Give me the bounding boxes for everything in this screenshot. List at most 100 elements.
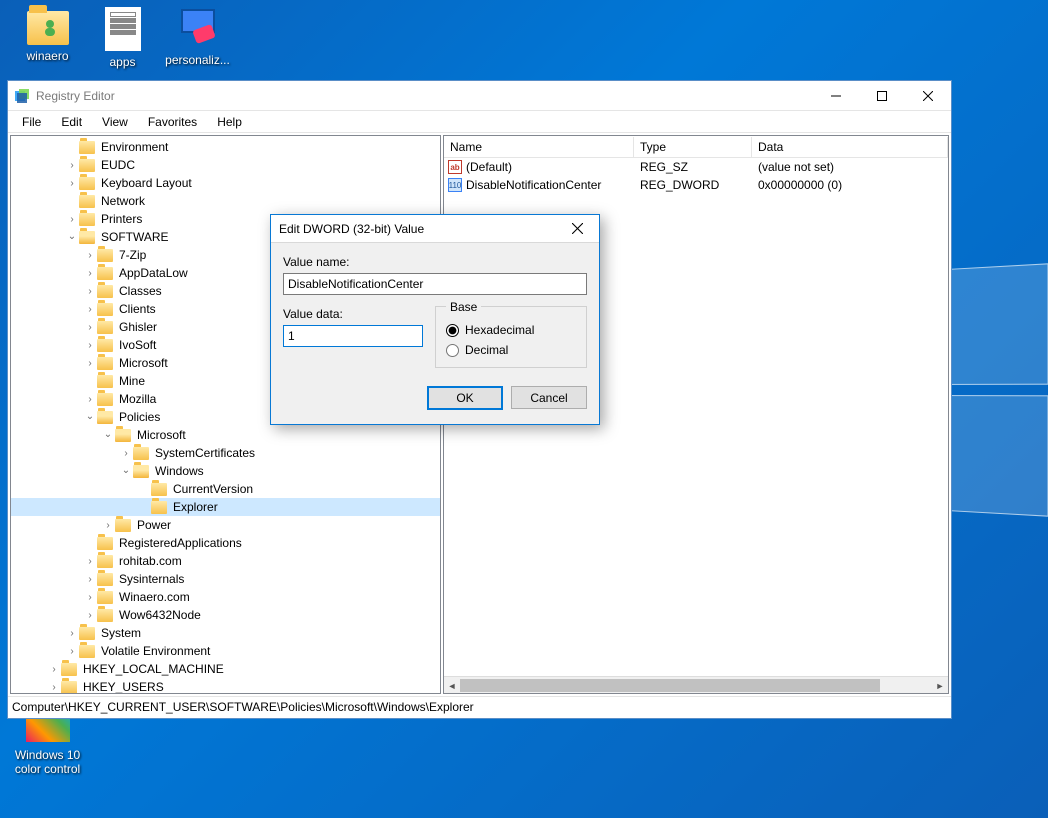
tree-node[interactable]: › Power [11, 516, 440, 534]
maximize-button[interactable] [859, 81, 905, 110]
radio-hexadecimal[interactable]: Hexadecimal [446, 323, 576, 337]
tree-node[interactable]: ⌄Windows [11, 462, 440, 480]
menu-view[interactable]: View [92, 112, 138, 132]
expand-icon[interactable]: › [83, 358, 97, 369]
expand-icon[interactable]: › [65, 160, 79, 171]
menu-file[interactable]: File [12, 112, 51, 132]
tree-node[interactable]: ›CurrentVersion [11, 480, 440, 498]
tree-label: SOFTWARE [99, 229, 171, 245]
tree-label: Policies [117, 409, 162, 425]
menu-help[interactable]: Help [207, 112, 252, 132]
value-name: (Default) [466, 160, 512, 174]
tree-label: Clients [117, 301, 158, 317]
cancel-button[interactable]: Cancel [511, 386, 587, 409]
tree-node[interactable]: ⌄Microsoft [11, 426, 440, 444]
expand-icon[interactable]: › [83, 322, 97, 333]
folder-icon [97, 411, 113, 424]
value-data-input[interactable] [283, 325, 423, 347]
scroll-thumb[interactable] [460, 679, 880, 692]
tree-node[interactable]: › Wow6432Node [11, 606, 440, 624]
expand-icon[interactable]: › [65, 628, 79, 639]
expand-icon[interactable]: › [83, 574, 97, 585]
list-header[interactable]: Name Type Data [444, 136, 948, 158]
tree-node[interactable]: › HKEY_USERS [11, 678, 440, 694]
collapse-icon[interactable]: ⌄ [101, 429, 115, 440]
string-value-icon: ab [448, 160, 462, 174]
edit-dword-dialog: Edit DWORD (32-bit) Value Value name: Va… [270, 214, 600, 425]
expand-icon[interactable]: › [83, 394, 97, 405]
expand-icon[interactable]: › [83, 304, 97, 315]
expand-icon[interactable]: › [83, 610, 97, 621]
col-data[interactable]: Data [752, 137, 948, 157]
tree-label: HKEY_LOCAL_MACHINE [81, 661, 226, 677]
tree-node[interactable]: ›Keyboard Layout [11, 174, 440, 192]
close-button[interactable] [905, 81, 951, 110]
label-value-data: Value data: [283, 307, 423, 321]
label-value-name: Value name: [283, 255, 587, 269]
expand-icon[interactable]: › [65, 214, 79, 225]
group-label-base: Base [446, 300, 481, 314]
tree-label: HKEY_USERS [81, 679, 166, 694]
dialog-close-button[interactable] [563, 216, 591, 242]
expand-icon[interactable]: › [119, 448, 133, 459]
radio-dec-input[interactable] [446, 344, 459, 357]
col-name[interactable]: Name [444, 137, 634, 157]
collapse-icon[interactable]: ⌄ [83, 411, 97, 422]
list-row[interactable]: 110DisableNotificationCenterREG_DWORD0x0… [444, 176, 948, 194]
collapse-icon[interactable]: ⌄ [119, 465, 133, 476]
minimize-button[interactable] [813, 81, 859, 110]
radio-hex-input[interactable] [446, 324, 459, 337]
dialog-titlebar[interactable]: Edit DWORD (32-bit) Value [271, 215, 599, 243]
tree-label: Power [135, 517, 173, 533]
desktop-icon-label: winaero [10, 49, 85, 63]
folder-icon [133, 465, 149, 478]
expand-icon[interactable]: › [83, 268, 97, 279]
menu-edit[interactable]: Edit [51, 112, 92, 132]
tree-label: Wow6432Node [117, 607, 203, 623]
col-type[interactable]: Type [634, 137, 752, 157]
expand-icon[interactable]: › [83, 556, 97, 567]
base-group: Base Hexadecimal Decimal [435, 306, 587, 368]
tree-node[interactable]: ›RegisteredApplications [11, 534, 440, 552]
expand-icon[interactable]: › [83, 340, 97, 351]
tree-label: Printers [99, 211, 144, 227]
expand-icon[interactable]: › [65, 646, 79, 657]
collapse-icon[interactable]: ⌄ [65, 231, 79, 242]
expand-icon[interactable]: › [101, 520, 115, 531]
tree-node[interactable]: ›System [11, 624, 440, 642]
folder-icon [79, 141, 95, 154]
desktop-icon-apps[interactable]: apps [85, 5, 160, 69]
ok-button[interactable]: OK [427, 386, 503, 410]
list-row[interactable]: ab(Default)REG_SZ(value not set) [444, 158, 948, 176]
expand-icon[interactable]: › [47, 664, 61, 675]
tree-node[interactable]: ›EUDC [11, 156, 440, 174]
expand-icon[interactable]: › [83, 250, 97, 261]
desktop-icon-winaero[interactable]: winaero [10, 5, 85, 63]
titlebar[interactable]: Registry Editor [8, 81, 951, 111]
folder-icon [97, 573, 113, 586]
desktop-icon-label: Windows 10 [10, 748, 85, 762]
folder-icon [97, 339, 113, 352]
horizontal-scrollbar[interactable]: ◄ ► [444, 676, 948, 693]
scroll-right-arrow[interactable]: ► [932, 677, 948, 694]
folder-icon [61, 663, 77, 676]
tree-node[interactable]: ›rohitab.com [11, 552, 440, 570]
expand-icon[interactable]: › [47, 682, 61, 693]
tree-node[interactable]: ›Environment [11, 138, 440, 156]
value-name: DisableNotificationCenter [466, 178, 601, 192]
menu-favorites[interactable]: Favorites [138, 112, 207, 132]
tree-node[interactable]: ›Winaero.com [11, 588, 440, 606]
expand-icon[interactable]: › [83, 286, 97, 297]
expand-icon[interactable]: › [83, 592, 97, 603]
tree-node[interactable]: ›Explorer [11, 498, 440, 516]
desktop-icon-personalization[interactable]: personaliz... [160, 5, 235, 67]
value-name-input[interactable] [283, 273, 587, 295]
tree-node[interactable]: ›Volatile Environment [11, 642, 440, 660]
expand-icon[interactable]: › [65, 178, 79, 189]
scroll-left-arrow[interactable]: ◄ [444, 677, 460, 694]
tree-node[interactable]: › HKEY_LOCAL_MACHINE [11, 660, 440, 678]
radio-decimal[interactable]: Decimal [446, 343, 576, 357]
tree-node[interactable]: ›Sysinternals [11, 570, 440, 588]
tree-node[interactable]: ›SystemCertificates [11, 444, 440, 462]
tree-node[interactable]: ›Network [11, 192, 440, 210]
